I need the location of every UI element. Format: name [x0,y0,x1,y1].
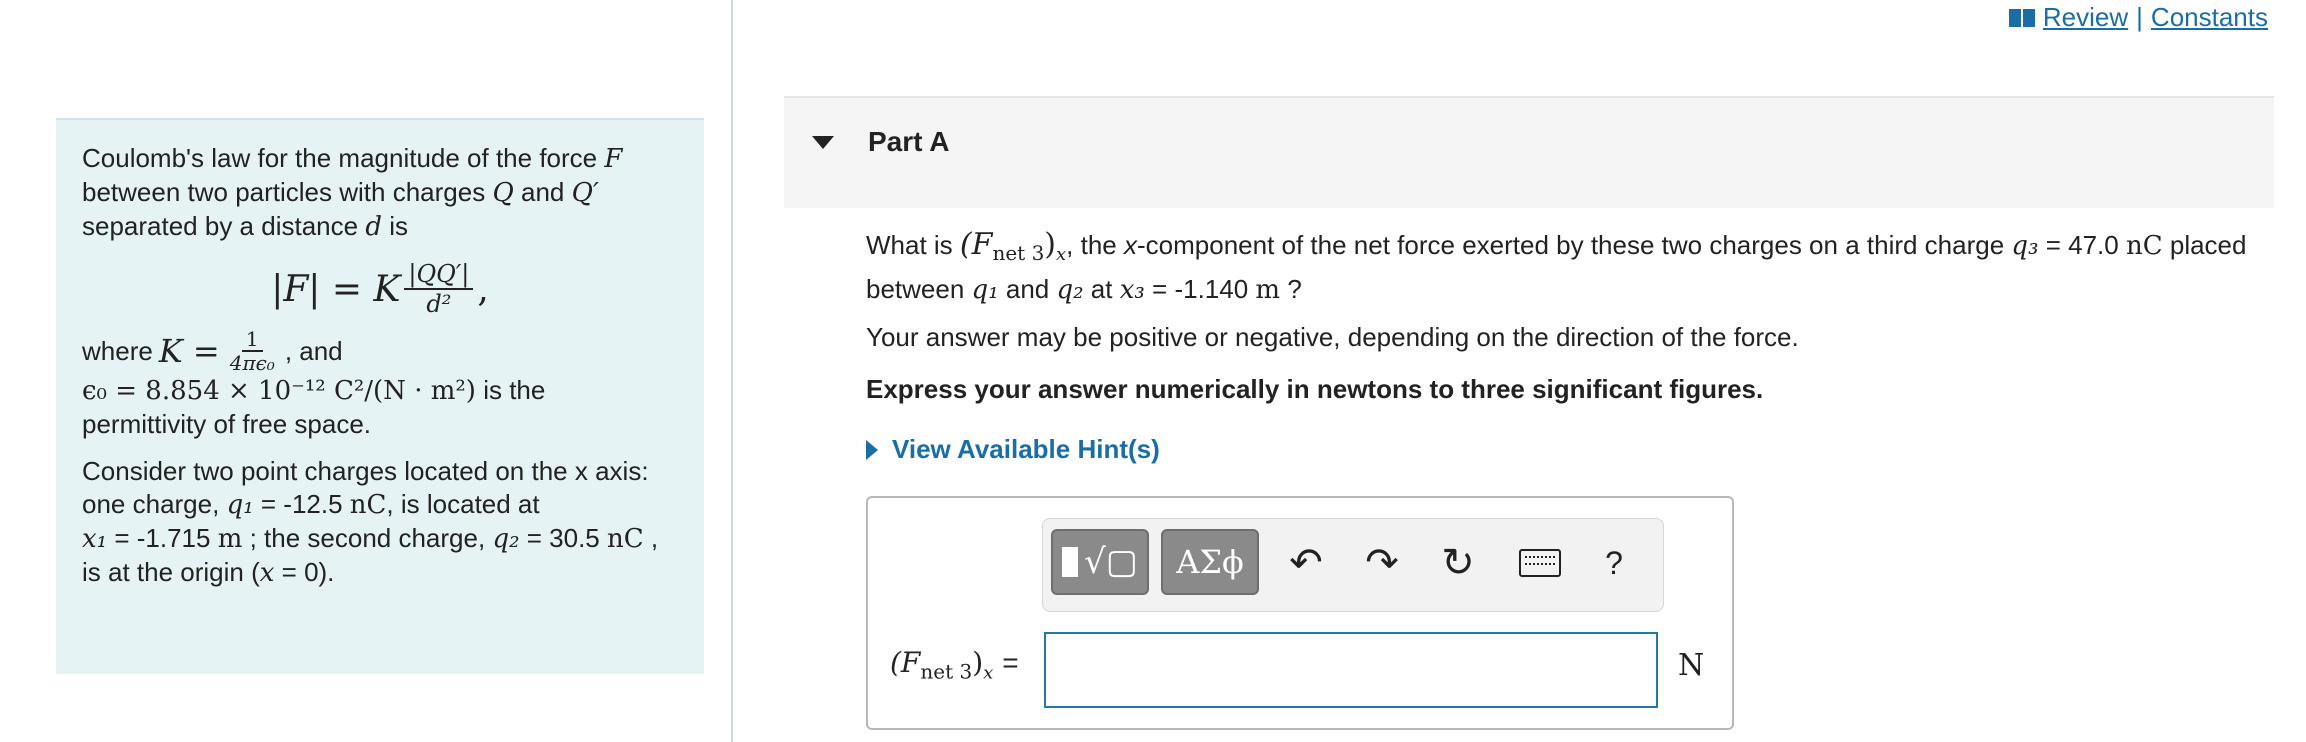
top-links: Review | Constants [2008,2,2268,33]
book-icon [2008,8,2035,27]
problem-info-panel: Coulomb's law for the magnitude of the f… [56,118,704,674]
sign-note: Your answer may be positive or negative,… [866,322,1799,352]
math-toolbar: √▢ ΑΣϕ ↶ ↷ ↻ ? [1042,518,1664,612]
charges-description: Consider two point charges located on th… [82,456,659,588]
expand-triangle-icon [866,439,878,460]
help-button[interactable]: ? [1591,535,1637,591]
radical-icon: √▢ [1084,542,1138,582]
redo-icon[interactable]: ↷ [1359,535,1405,591]
review-link[interactable]: Review [2043,2,2128,33]
greek-symbols-button[interactable]: ΑΣϕ [1161,529,1259,595]
block-icon [1062,547,1079,577]
templates-button[interactable]: √▢ [1051,529,1149,595]
undo-icon[interactable]: ↶ [1283,535,1329,591]
answer-input[interactable] [1044,632,1658,708]
k-definition: where K = 1 4πϵ₀ , and [82,327,343,375]
collapse-triangle-icon[interactable] [812,136,834,149]
epsilon-definition: ϵ₀ = 8.854 × 10⁻¹² C²/(N · m²) is the pe… [82,375,546,439]
link-separator: | [2136,2,2143,32]
answer-box: √▢ ΑΣϕ ↶ ↷ ↻ ? (Fnet 3)x = N [866,496,1734,730]
part-title: Part A [868,126,950,157]
question-text: What is (Fnet 3)x, the x-component of th… [866,227,2247,306]
coulomb-intro: Coulomb's law for the magnitude of the f… [82,143,623,242]
constants-link[interactable]: Constants [2151,2,2268,33]
equation-fraction: |QQ′| d² [404,260,474,318]
reset-icon[interactable]: ↻ [1435,535,1481,591]
part-a-header[interactable]: Part A [784,96,2274,208]
view-hints-toggle[interactable]: View Available Hint(s) [866,434,1160,465]
coulomb-equation: |F| = K |QQ′| d² , [271,260,489,318]
unit-label: N [1678,648,1705,683]
answer-label: (Fnet 3)x = [890,646,1019,684]
answer-instructions: Express your answer numerically in newto… [866,374,1764,404]
keyboard-icon[interactable] [1517,535,1563,591]
vertical-divider [731,0,733,742]
